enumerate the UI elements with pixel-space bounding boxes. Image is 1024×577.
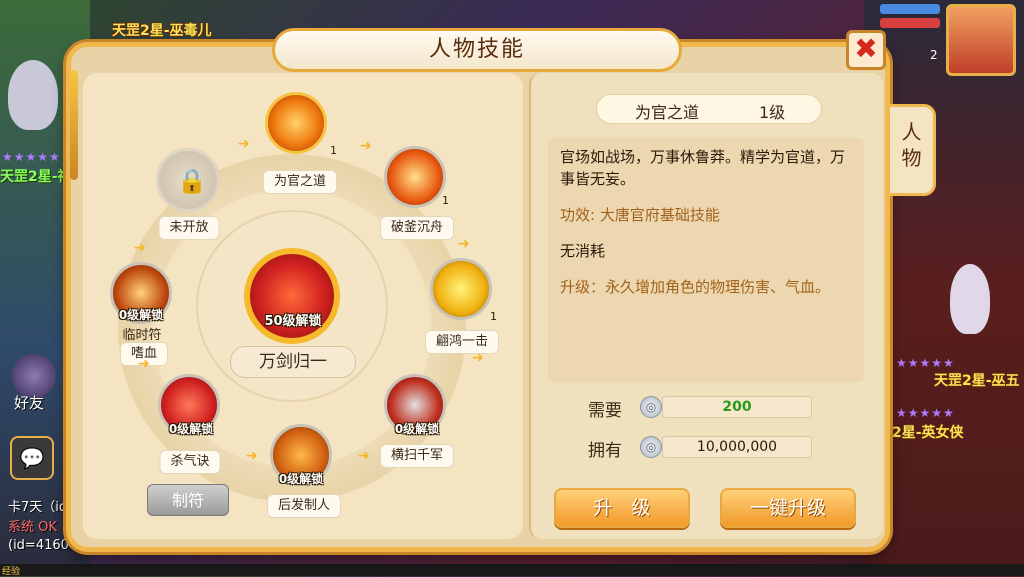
exp-label: 经验 xyxy=(2,567,21,577)
arrow-icon: ➜ xyxy=(134,240,146,256)
skill-icon-pofuchenzhou[interactable] xyxy=(384,146,446,208)
skill-lock-text: 0级解锁 xyxy=(118,308,164,322)
tassel-decoration xyxy=(66,46,82,180)
arrow-icon: ➜ xyxy=(138,356,150,372)
exp-bar xyxy=(0,564,1024,576)
npc-figure[interactable] xyxy=(8,60,58,130)
npc-name-label: 2星-英女侠 xyxy=(892,425,964,441)
skill-label: 为官之道 xyxy=(262,170,338,194)
friends-label[interactable]: 好友 xyxy=(14,392,44,413)
upgrade-button[interactable]: 升 级 xyxy=(554,488,690,528)
arrow-icon: ➜ xyxy=(358,448,370,464)
chat-line: 系统 OK xyxy=(8,520,57,535)
player-avatar[interactable] xyxy=(946,4,1016,76)
npc-stars: ★★★★★ xyxy=(896,406,955,420)
skill-icon-weiguanzhidao[interactable] xyxy=(265,92,327,154)
npc-figure[interactable] xyxy=(950,264,990,334)
detail-skill-level: 1级 xyxy=(759,103,786,122)
skill-label: 横扫千军 xyxy=(379,444,455,468)
skill-lock-text: 0级解锁 xyxy=(394,422,440,436)
need-label: 需要 xyxy=(588,401,622,421)
arrow-icon: ➜ xyxy=(458,236,470,252)
panel-title-plate: 人物技能 xyxy=(272,28,682,72)
arrow-icon: ➜ xyxy=(238,136,250,152)
skill-level: 1 xyxy=(330,144,337,157)
one-key-upgrade-button[interactable]: 一键升级 xyxy=(720,488,856,528)
player-level: 2 xyxy=(930,48,938,62)
silver-coin-icon: ◎ xyxy=(640,396,662,418)
lock-icon: 🔒 xyxy=(177,167,207,195)
need-value: 200 xyxy=(662,396,812,418)
chat-line: 卡7天（id xyxy=(8,500,68,515)
skill-upgrade-desc: 升级：永久增加角色的物理伤害、气血。 xyxy=(560,278,831,296)
hp-bar xyxy=(880,4,940,14)
tab-character[interactable]: 人物 xyxy=(890,104,936,196)
detail-title: 为官之道 1级 xyxy=(596,94,822,124)
tab-character-label: 人物 xyxy=(901,120,922,170)
skill-label: 未开放 xyxy=(158,216,220,240)
npc-stars: ★★★★★ xyxy=(896,356,955,370)
skill-lock-text: 0级解锁 xyxy=(278,472,324,486)
skill-label: 后发制人 xyxy=(266,494,342,518)
panel-title: 人物技能 xyxy=(428,37,525,62)
arrow-icon: ➜ xyxy=(472,350,484,366)
arrow-icon: ➜ xyxy=(246,448,258,464)
make-talisman-button[interactable]: 制符 xyxy=(147,484,229,516)
skill-lock-text: 0级解锁 xyxy=(168,422,214,436)
detail-skill-name: 为官之道 xyxy=(635,103,700,122)
ultimate-lock-text: 50级解锁 xyxy=(264,314,322,329)
silver-coin-icon: ◎ xyxy=(640,436,662,458)
close-button[interactable]: ✖ xyxy=(846,30,886,70)
npc-stars: ★★★★★ xyxy=(2,150,61,164)
chat-line: (id=4160 xyxy=(8,538,69,553)
have-label: 拥有 xyxy=(588,441,622,461)
close-icon: ✖ xyxy=(854,32,878,65)
arrow-icon: ➜ xyxy=(360,138,372,154)
skill-label: 翩鸿一击 xyxy=(424,330,500,354)
npc-name-label: 天罡2星-巫五 xyxy=(934,373,1020,389)
skill-description-box: 官场如战场，万事休鲁莽。精学为官道，万事皆无妄。 功效: 大唐官府基础技能 无消… xyxy=(548,138,864,382)
skill-label: 杀气诀 xyxy=(159,450,221,474)
ultimate-skill-name: 万剑归一 xyxy=(230,346,356,378)
have-value: 10,000,000 xyxy=(662,436,812,458)
chat-icon[interactable]: 💬 xyxy=(10,436,54,480)
skill-description: 官场如战场，万事休鲁莽。精学为官道，万事皆无妄。 xyxy=(560,148,846,188)
skill-level: 1 xyxy=(490,310,497,323)
skill-cost: 无消耗 xyxy=(560,242,606,260)
skill-level: 1 xyxy=(442,194,449,207)
skill-sub-label: 临时符 xyxy=(122,328,162,343)
mp-bar xyxy=(880,18,940,28)
npc-name-label: 天罡2星-巫毒儿 xyxy=(112,23,212,39)
skill-effect: 功效: 大唐官府基础技能 xyxy=(560,206,720,224)
skill-label: 破釜沉舟 xyxy=(379,216,455,240)
ultimate-skill-icon[interactable] xyxy=(244,248,340,344)
skill-slot-locked[interactable]: 🔒 xyxy=(156,148,220,212)
skill-icon-pianhongyiji[interactable] xyxy=(430,258,492,320)
